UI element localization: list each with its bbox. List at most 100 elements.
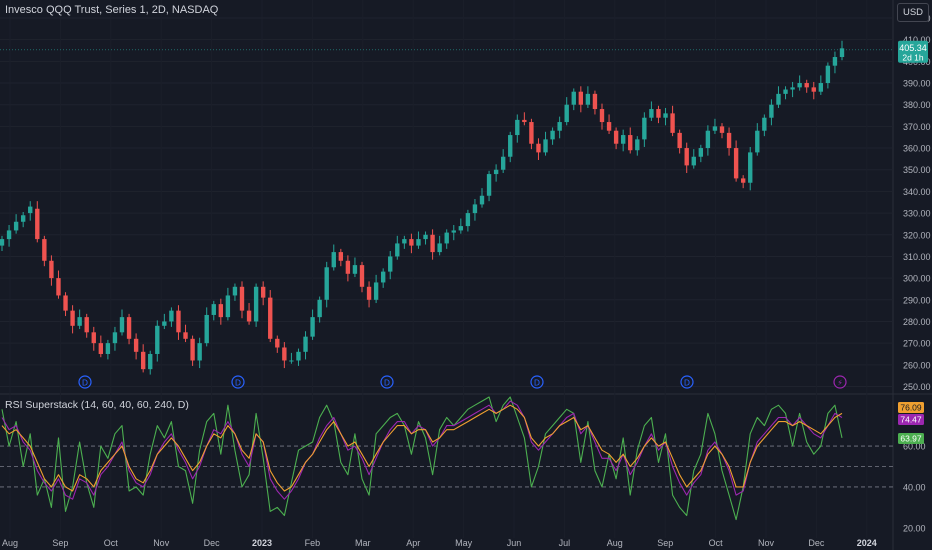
marker-label: D (684, 378, 690, 387)
candle-body (762, 117, 767, 131)
candle-body (197, 343, 202, 361)
currency-button[interactable]: USD (897, 3, 929, 22)
candle-body (395, 243, 400, 257)
rsi-tick-label: 40.00 (903, 482, 926, 492)
candle-body (359, 265, 365, 287)
candle-body (162, 321, 167, 326)
marker-label: D (534, 378, 540, 387)
candle-body (239, 286, 245, 311)
dividend-marker[interactable]: D (78, 375, 92, 389)
candle-body (522, 119, 527, 123)
price-tick-label: 260.00 (903, 360, 931, 370)
candle-body (832, 57, 838, 66)
candle-body (783, 89, 788, 94)
split-marker[interactable]: ⚡ (833, 375, 847, 389)
candle-body (338, 252, 344, 261)
time-tick-label: Dec (204, 538, 221, 548)
candle-body (628, 135, 633, 151)
candle-body (550, 130, 555, 140)
price-tick-label: 270.00 (903, 339, 931, 349)
price-tick-label: 380.00 (903, 100, 931, 110)
candle-body (56, 278, 61, 296)
candle-body (268, 297, 273, 339)
candle-body (726, 132, 732, 149)
candle-body (28, 206, 33, 214)
price-tick-label: 390.00 (903, 79, 931, 89)
candle-body (585, 93, 591, 105)
candle-body (804, 83, 809, 88)
time-tick-label: Dec (808, 538, 825, 548)
candle-body (133, 338, 139, 352)
candle-body (402, 239, 407, 244)
candle-body (635, 139, 640, 151)
candle-body (70, 310, 75, 326)
price-tick-label: 350.00 (903, 165, 931, 175)
time-tick-label: Aug (607, 538, 623, 548)
dividend-marker[interactable]: D (530, 375, 544, 389)
candle-body (670, 113, 675, 133)
candle-body (444, 232, 449, 244)
candle-body (324, 267, 329, 300)
candle-body (42, 239, 47, 261)
candle-body (345, 260, 351, 274)
time-tick-label: Jul (559, 538, 571, 548)
candle-body (776, 93, 781, 105)
time-tick-label: Aug (2, 538, 18, 548)
price-tick-label: 250.00 (903, 382, 931, 392)
candle-body (620, 135, 626, 144)
last-price-value: 405.34 (899, 43, 927, 53)
time-tick-label: 2023 (252, 538, 272, 548)
dividend-marker[interactable]: D (680, 375, 694, 389)
candle-body (176, 310, 181, 333)
candle-body (712, 126, 718, 131)
candle-body (77, 317, 82, 326)
candle-body (748, 152, 753, 183)
candle-body (790, 87, 795, 90)
rsi-indicator-title[interactable]: RSI Superstack (14, 60, 40, 60, 240, D) (5, 399, 189, 411)
marker-label: ⚡ (837, 378, 843, 387)
time-tick-label: Nov (758, 538, 775, 548)
candle-body (260, 286, 266, 298)
candle-body (190, 338, 195, 361)
candle-body (0, 239, 5, 246)
candle-body (183, 332, 188, 339)
candle-body (599, 109, 605, 123)
candle-body (811, 87, 816, 92)
candle-body (564, 104, 569, 123)
candle-body (691, 156, 696, 166)
marker-label: D (82, 378, 88, 387)
candle-body (98, 343, 104, 354)
candle-body (6, 230, 12, 240)
candle-body (388, 256, 393, 272)
candle-body (649, 109, 654, 118)
time-tick-label: 2024 (857, 538, 877, 548)
candle-body (289, 360, 294, 362)
candle-body (20, 215, 26, 222)
bar-countdown: 2d 1h (902, 52, 924, 62)
dividend-marker[interactable]: D (380, 375, 394, 389)
candle-body (797, 83, 802, 88)
candle-body (656, 109, 661, 118)
candle-body (613, 130, 619, 144)
marker-label: D (235, 378, 241, 387)
candle-body (423, 234, 428, 240)
candle-body (755, 130, 760, 153)
candle-body (719, 126, 725, 133)
time-tick-label: Feb (305, 538, 321, 548)
candle-body (169, 310, 174, 322)
candle-body (458, 226, 464, 231)
candle-body (536, 143, 541, 153)
candle-body (543, 139, 548, 153)
candle-body (642, 117, 647, 140)
candle-body (35, 208, 40, 240)
time-axis: Aug Sep Oct Nov Dec 2023 Feb Mar Apr May Jun Jul Aug… (2, 538, 877, 548)
dividend-marker[interactable]: D (231, 375, 245, 389)
candle-body (578, 91, 584, 105)
candle-body (119, 317, 125, 333)
candle-body (437, 243, 442, 253)
candle-body (416, 239, 421, 246)
price-candles (0, 40, 893, 375)
candle-body (112, 332, 118, 344)
rsi-lines (0, 396, 893, 521)
candle-body (275, 338, 280, 348)
